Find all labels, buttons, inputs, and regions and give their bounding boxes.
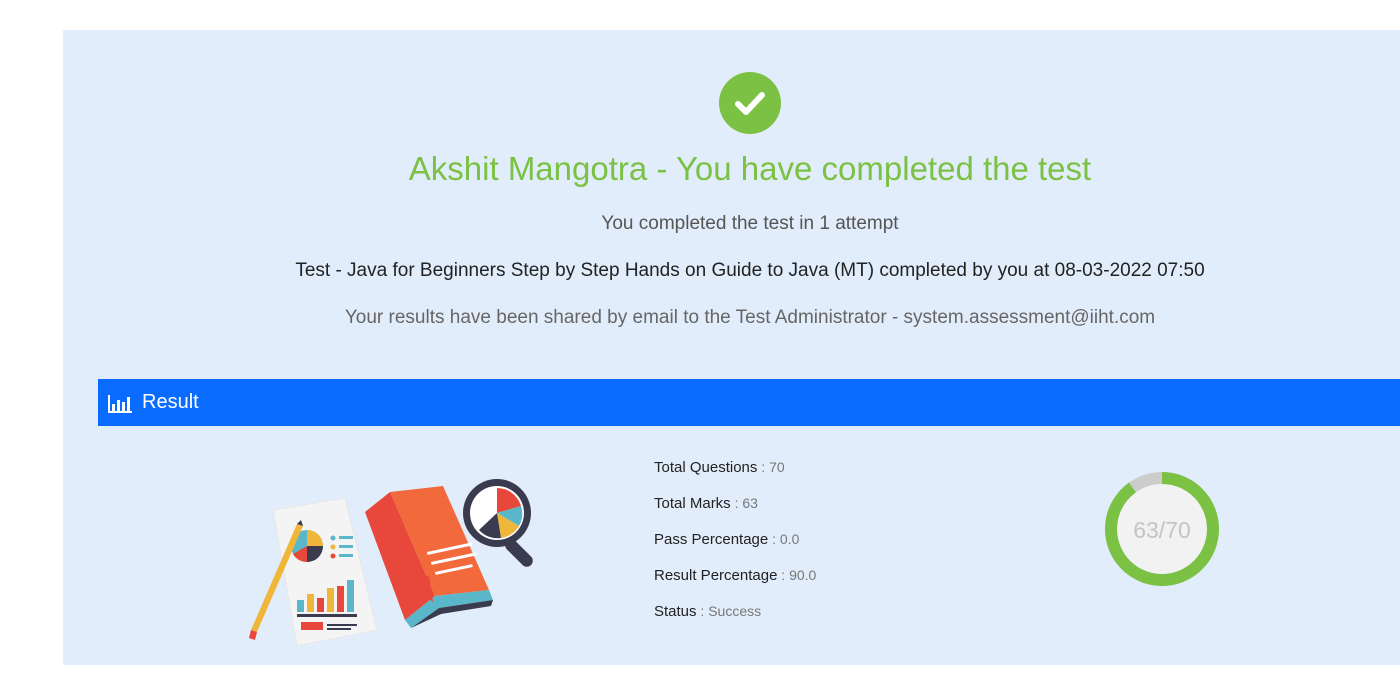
result-section-title: Result [142,391,199,413]
bar-chart-icon [108,395,132,418]
stat-status: Status : Success [654,603,762,620]
score-text: 63/70 [1133,517,1191,543]
stat-value: 0.0 [779,531,800,547]
stat-label: Status [654,603,697,620]
result-section-header: Result [98,379,1400,426]
completion-headline: Akshit Mangotra - You have completed the… [408,150,1092,187]
success-check-icon [719,72,781,134]
stat-value: Success [708,603,762,619]
stat-pass-percentage: Pass Percentage : 0.0 [654,531,800,548]
report-illustration [235,450,535,655]
stat-label: Total Questions [654,459,758,476]
test-completion-text: Test - Java for Beginners Step by Step H… [295,260,1205,281]
stat-value: 63 [742,495,758,511]
stat-result-percentage: Result Percentage : 90.0 [654,567,817,584]
stat-label: Result Percentage [654,567,778,584]
stat-total-questions: Total Questions : 70 [654,459,785,476]
result-stats: Total Questions : 70 Total Marks : 63 Pa… [654,455,816,635]
stat-label: Pass Percentage [654,531,769,548]
stat-value: 70 [769,459,785,475]
stat-total-marks: Total Marks : 63 [654,495,758,512]
attempts-text: You completed the test in 1 attempt [601,213,899,234]
result-panel: Akshit Mangotra - You have completed the… [63,30,1400,665]
stat-value: 90.0 [789,567,817,583]
results-shared-text: Your results have been shared by email t… [344,307,1156,328]
stat-label: Total Marks [654,495,731,512]
